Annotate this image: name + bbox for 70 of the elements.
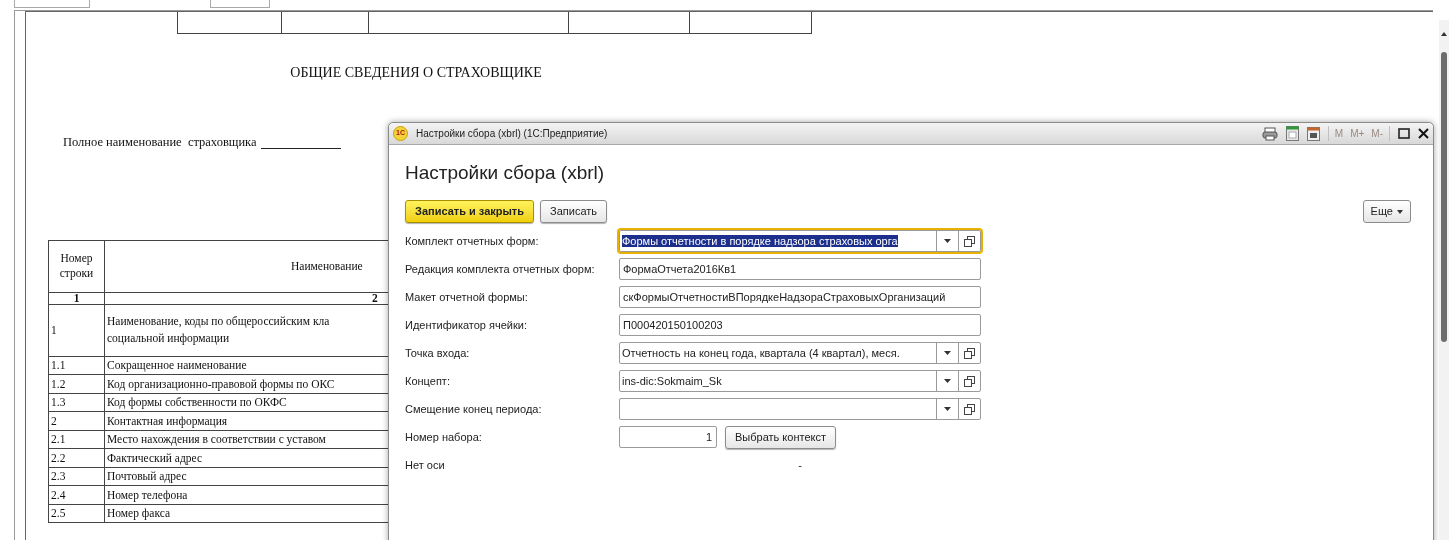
table-cell: 1 bbox=[49, 304, 105, 357]
table-cell-text: Фактический адрес bbox=[107, 450, 203, 467]
close-icon[interactable] bbox=[1418, 128, 1429, 139]
table-cell: 2.2 bbox=[49, 449, 105, 468]
scroll-up-icon bbox=[1441, 32, 1447, 36]
table-cell-text: Сокращенное наименование bbox=[107, 358, 247, 374]
select-context-button[interactable]: Выбрать контекст bbox=[725, 425, 836, 449]
text-field[interactable]: ФормаОтчета2016Кв1 bbox=[619, 258, 981, 280]
table-cell: 2.4 bbox=[49, 486, 105, 505]
field-value: П000420150100203 bbox=[623, 317, 723, 333]
table-cell: 1.1 bbox=[49, 356, 105, 376]
open-icon bbox=[964, 375, 975, 387]
table-cell: 1 bbox=[49, 292, 105, 305]
table-cell-text: Контактная информация bbox=[107, 413, 228, 430]
table-cell-text: Код формы собственности по ОКФС bbox=[107, 395, 287, 411]
caret-icon bbox=[944, 239, 951, 243]
combo-field[interactable]: ins-dic:Sokmaim_Sk bbox=[619, 370, 981, 392]
table-cell-text: Почтовый адрес bbox=[107, 469, 187, 485]
calendar-icon[interactable] bbox=[1306, 126, 1320, 141]
scrollbar[interactable] bbox=[1439, 20, 1449, 540]
field-label: Идентификатор ячейки: bbox=[405, 317, 528, 333]
field-label: Нет оси bbox=[405, 457, 446, 473]
field-value: ФормаОтчета2016Кв1 bbox=[623, 261, 737, 277]
table-cell-text: Номер телефона bbox=[107, 487, 188, 504]
save-button[interactable]: Записать bbox=[540, 200, 608, 223]
maximize-icon[interactable] bbox=[1398, 128, 1410, 139]
field-label: Номер набора: bbox=[405, 429, 483, 445]
printer-icon[interactable] bbox=[1261, 126, 1278, 141]
caret-icon bbox=[944, 407, 951, 411]
window-title: Настройки сбора (xbrl) (1С:Предприятие) bbox=[416, 127, 608, 141]
table-cell: 1.2 bbox=[49, 375, 105, 394]
combo-field[interactable]: Отчетность на конец года, квартала (4 квартал), меся. bbox=[619, 342, 981, 364]
field-label: Концепт: bbox=[405, 373, 451, 389]
field-label: Редакция комплекта отчетных форм: bbox=[405, 261, 596, 277]
field-value: Отчетность на конец года, квартала (4 квартал), меся. bbox=[622, 346, 900, 359]
table-cell-text: социальной информации bbox=[107, 331, 230, 347]
field-label: Смещение конец периода: bbox=[405, 401, 543, 417]
text-field[interactable]: П000420150100203 bbox=[619, 314, 981, 336]
caret-icon bbox=[1397, 209, 1403, 214]
combo-field[interactable]: Формы отчетности в порядке надзора страховых орга bbox=[619, 230, 981, 252]
table-cell: 2.1 bbox=[49, 430, 105, 450]
form-heading: Настройки сбора (xbrl) bbox=[405, 161, 606, 185]
table-cell: 2.5 bbox=[49, 504, 105, 524]
open-icon bbox=[964, 403, 975, 415]
table-cell-text: Номер факса bbox=[107, 506, 171, 522]
caret-icon bbox=[944, 379, 951, 383]
open-icon bbox=[964, 235, 975, 247]
field-value: скФормыОтчетностиВПорядкеНадзораСтраховыхОрганизаций bbox=[623, 289, 946, 305]
save-and-close-button[interactable]: Записать и закрыть bbox=[405, 200, 535, 223]
insurer-name-label: Полное наименование страховщика bbox=[63, 134, 257, 151]
text-field[interactable]: скФормыОтчетностиВПорядкеНадзораСтраховыхОрганизаций bbox=[619, 286, 981, 308]
report-title: ОБЩИЕ СВЕДЕНИЯ О СТРАХОВЩИКЕ bbox=[290, 64, 542, 82]
field-value: Формы отчетности в порядке надзора страховых орга bbox=[622, 234, 898, 247]
table-cell-text: Место нахождения в соответствии с уставом bbox=[107, 432, 326, 448]
table-cell: 2 bbox=[49, 412, 105, 431]
field-value: ins-dic:Sokmaim_Sk bbox=[622, 374, 722, 387]
table-cell: 2.3 bbox=[49, 467, 105, 487]
combo-field[interactable] bbox=[619, 398, 981, 420]
more-button[interactable]: Еще bbox=[1362, 200, 1411, 223]
field-value: 1 bbox=[705, 429, 712, 445]
field-label: Точка входа: bbox=[405, 345, 471, 361]
table-cell-text: Наименование, коды по общероссийским кла bbox=[107, 314, 330, 330]
table-cell: 1.3 bbox=[49, 393, 105, 413]
number-field[interactable]: 1 bbox=[619, 426, 717, 448]
open-icon bbox=[964, 347, 975, 359]
caret-icon bbox=[944, 351, 951, 355]
field-value: - bbox=[798, 457, 802, 473]
table-cell-text: Код организационно-правовой формы по ОКС bbox=[107, 376, 335, 393]
column-header: Номер строки bbox=[49, 240, 105, 293]
calculator-icon[interactable] bbox=[1285, 126, 1299, 141]
